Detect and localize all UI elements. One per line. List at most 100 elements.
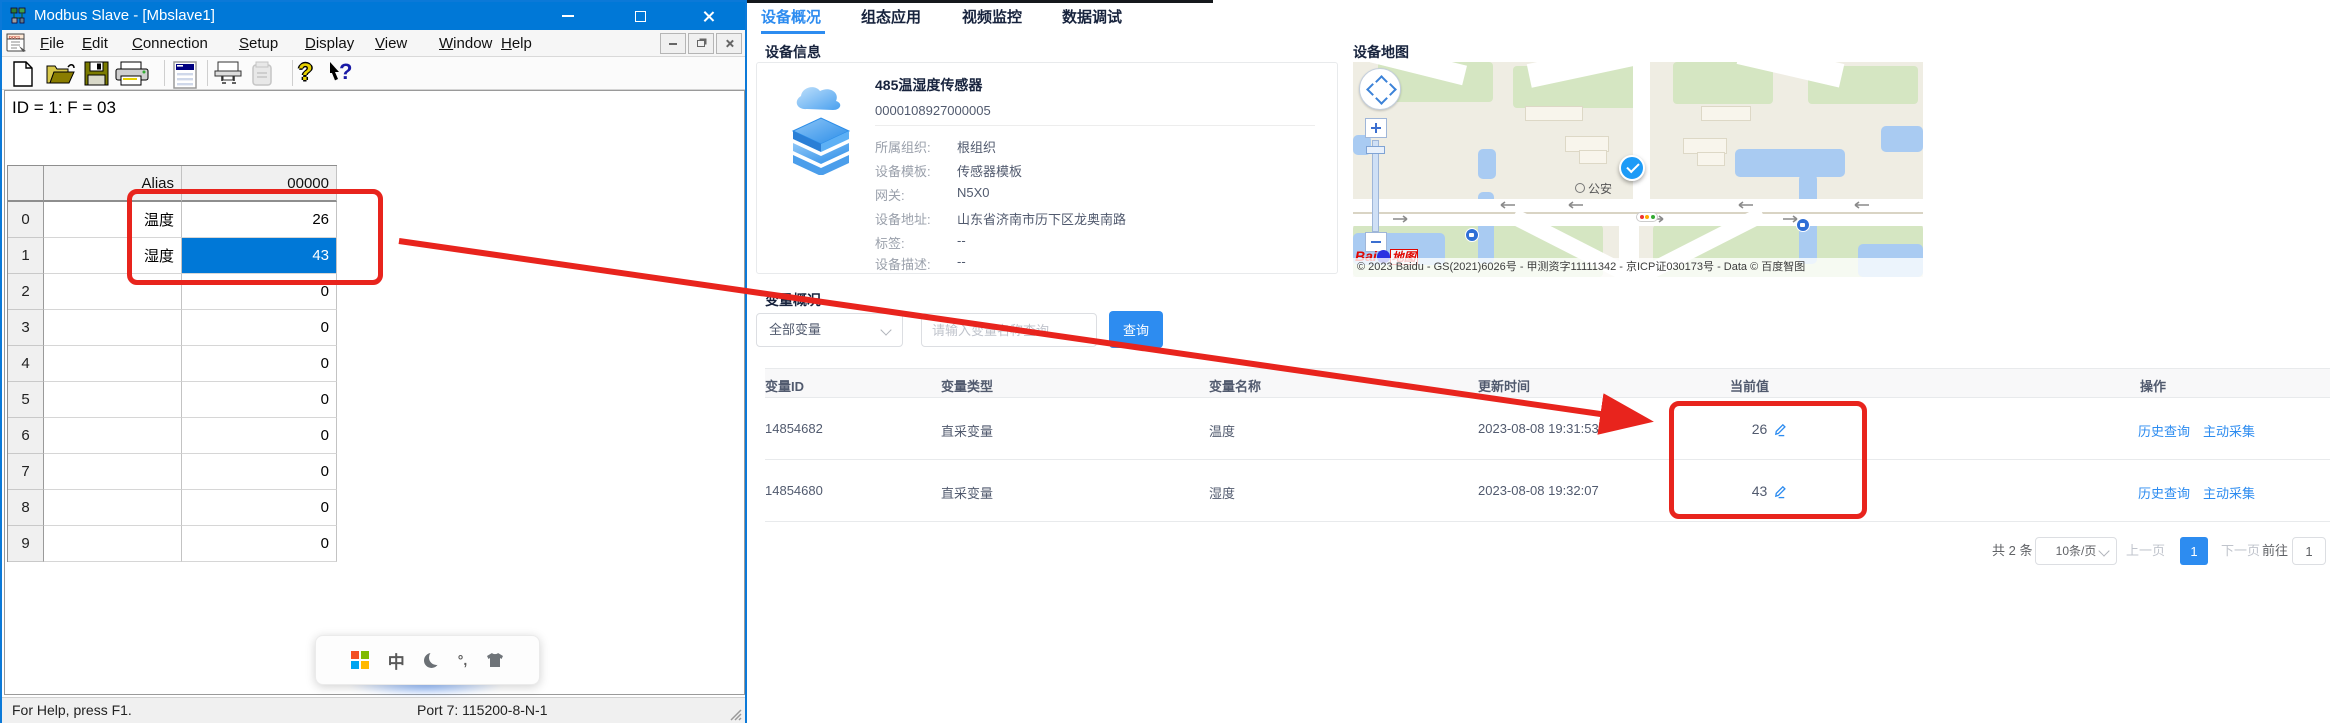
zoom-in-button[interactable]	[1365, 118, 1387, 138]
ime-moon-icon[interactable]	[424, 653, 439, 668]
tab-video-monitor[interactable]: 视频监控	[962, 7, 1022, 29]
edit-icon[interactable]	[1773, 484, 1788, 499]
ime-skin-icon[interactable]	[486, 652, 504, 668]
menu-setup[interactable]: Setup	[239, 33, 278, 54]
pan-left-icon[interactable]	[1366, 83, 1379, 96]
goto-page-input[interactable]	[2292, 537, 2326, 565]
window-title: Modbus Slave - [Mbslave1]	[34, 7, 215, 24]
value-cell[interactable]: 0	[182, 346, 337, 382]
value-cell[interactable]: 0	[182, 454, 337, 490]
pan-right-icon[interactable]	[1384, 83, 1397, 96]
close-icon	[702, 10, 715, 23]
alias-cell[interactable]	[44, 382, 182, 418]
variable-type-select[interactable]: 全部变量	[756, 313, 903, 347]
alias-cell[interactable]	[44, 454, 182, 490]
pan-down-icon[interactable]	[1375, 92, 1388, 105]
next-page-button[interactable]: 下一页	[2221, 537, 2260, 565]
ime-punctuation-button[interactable]: °,	[458, 652, 468, 668]
page-number-button[interactable]: 1	[2180, 537, 2208, 565]
value-cell[interactable]: 0	[182, 526, 337, 562]
alias-cell[interactable]	[44, 310, 182, 346]
communication-traffic-button[interactable]	[248, 61, 276, 88]
tab-configuration-app[interactable]: 组态应用	[861, 7, 921, 29]
context-help-button[interactable]: ?	[328, 59, 352, 85]
zoom-slider-handle[interactable]	[1366, 146, 1385, 154]
col-variable-id: 变量ID	[765, 376, 804, 395]
toolbar-separator	[164, 60, 165, 86]
menu-view[interactable]: View	[375, 33, 407, 54]
alias-cell[interactable]	[44, 526, 182, 562]
print-button[interactable]	[114, 61, 150, 87]
value-cell[interactable]: 0	[182, 490, 337, 526]
close-button[interactable]	[685, 2, 731, 30]
save-button[interactable]	[84, 61, 109, 86]
edit-icon[interactable]	[1773, 422, 1788, 437]
history-query-link[interactable]: 历史查询	[2138, 421, 2190, 440]
alias-cell[interactable]: 温度	[44, 202, 182, 238]
history-query-link[interactable]: 历史查询	[2138, 483, 2190, 502]
value-cell[interactable]: 0	[182, 418, 337, 454]
prev-page-button[interactable]: 上一页	[2126, 537, 2165, 565]
value-cell[interactable]: 26	[182, 202, 337, 238]
menu-edit[interactable]: Edit	[82, 33, 108, 54]
variable-type: 直采变量	[941, 483, 993, 502]
windows-logo-blue	[351, 661, 359, 669]
help-button[interactable]: ?	[298, 59, 313, 87]
current-value-box: 26	[1670, 398, 1870, 460]
menu-display[interactable]: Display	[305, 33, 354, 54]
page-size-select[interactable]: 10条/页	[2035, 537, 2117, 565]
col-current-value: 当前值	[1730, 376, 1769, 395]
row-number: 1	[8, 238, 44, 274]
menu-window[interactable]: Window	[439, 33, 492, 54]
poll-definition-button[interactable]	[214, 61, 242, 88]
value-cell-selected[interactable]: 43	[182, 238, 337, 274]
table-row: 1 湿度 43	[8, 238, 337, 274]
variable-search-input[interactable]	[921, 313, 1097, 347]
alias-cell[interactable]	[44, 418, 182, 454]
device-location-marker[interactable]	[1619, 155, 1645, 181]
minimize-button[interactable]	[545, 2, 591, 30]
display-setup-button[interactable]	[173, 61, 197, 89]
alias-cell[interactable]	[44, 274, 182, 310]
alias-cell[interactable]: 湿度	[44, 238, 182, 274]
map-pan-control[interactable]	[1359, 68, 1401, 110]
mdi-close-button[interactable]	[716, 33, 742, 54]
mdi-minimize-button[interactable]	[660, 33, 686, 54]
resize-grip[interactable]	[729, 708, 742, 721]
query-button[interactable]: 查询	[1109, 311, 1163, 348]
value-cell[interactable]: 0	[182, 310, 337, 346]
variable-id: 14854680	[765, 483, 823, 498]
plus-icon-v	[1375, 123, 1377, 133]
active-collect-link[interactable]: 主动采集	[2203, 483, 2255, 502]
windows-logo-icon[interactable]	[351, 651, 369, 669]
communication-traffic-icon	[248, 61, 276, 88]
open-file-button[interactable]	[46, 61, 76, 85]
table-row: 7 0	[8, 454, 337, 490]
toolbar-separator	[207, 60, 208, 86]
maximize-button[interactable]	[617, 2, 663, 30]
grid-header-row: Alias 00000	[8, 166, 337, 202]
field-value: N5X0	[957, 185, 990, 200]
mdi-restore-button[interactable]	[688, 33, 714, 54]
active-collect-link[interactable]: 主动采集	[2203, 421, 2255, 440]
title-bar[interactable]: Modbus Slave - [Mbslave1]	[2, 2, 745, 30]
value-cell[interactable]: 0	[182, 382, 337, 418]
traffic-light-red	[1640, 215, 1644, 219]
menu-connection[interactable]: Connection	[132, 33, 208, 54]
tab-device-overview[interactable]: 设备概况	[761, 7, 821, 29]
new-file-button[interactable]	[12, 61, 34, 87]
table-row: 14854682 直采变量 温度 2023-08-08 19:31:53 26 …	[765, 398, 2330, 460]
row-number: 7	[8, 454, 44, 490]
baidu-map[interactable]: 公安 Bai地图 © 2023 Baidu - GS(2021)6026号 - …	[1353, 62, 1923, 277]
alias-cell[interactable]	[44, 490, 182, 526]
ime-language-mode-button[interactable]: 中	[388, 648, 405, 673]
windows-logo-green	[361, 651, 369, 659]
alias-cell[interactable]	[44, 346, 182, 382]
slave-id-function-line: ID = 1: F = 03	[12, 98, 116, 118]
menu-file[interactable]: File	[40, 33, 64, 54]
grid-corner-cell	[8, 166, 44, 202]
tab-data-debug[interactable]: 数据调试	[1062, 7, 1122, 29]
mdi-restore-icon	[697, 40, 705, 47]
menu-help[interactable]: Help	[501, 33, 532, 54]
value-cell[interactable]: 0	[182, 274, 337, 310]
